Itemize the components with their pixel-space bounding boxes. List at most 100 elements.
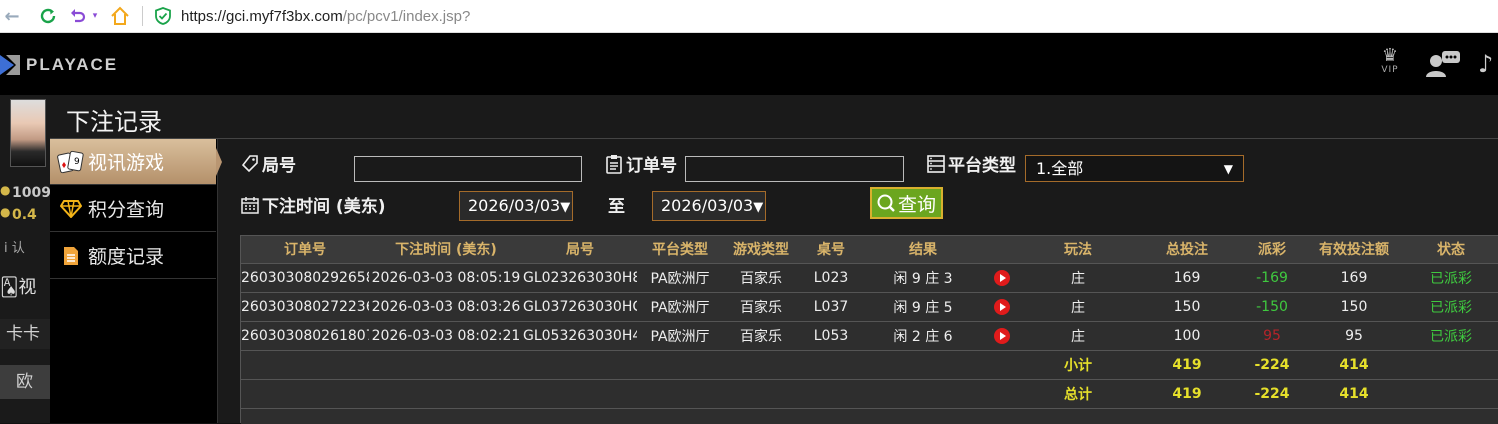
platform-label: 平台类型 <box>926 151 1016 176</box>
cell-bet: 150 <box>1135 292 1239 322</box>
subtotal-cell <box>863 350 983 380</box>
column-header: 派彩 <box>1239 236 1305 264</box>
platform-type-select[interactable]: 1.全部 ▼ <box>1025 155 1244 182</box>
replay-cell <box>983 321 1021 351</box>
replay-cell <box>983 263 1021 293</box>
subtotal-cell <box>983 350 1021 380</box>
bet-record-table: 订单号 下注时间 (美东) 局号 平台类型 游戏类型 桌号 结果 玩法 总投注 派彩 有效投注额 状态… <box>240 235 1498 424</box>
total-cell <box>863 379 983 409</box>
table-row: 260303080272236 2026-03-03 08:03:26 GL0372… <box>241 292 1498 322</box>
date-from-picker[interactable]: 2026/03/03▼ <box>459 191 573 221</box>
cell-play: 庄 <box>1021 292 1135 322</box>
filler-cell <box>241 408 1498 424</box>
dropdown-arrow-icon: ▼ <box>1223 162 1233 176</box>
playing-cards-icon: 9 <box>56 150 86 174</box>
subtotal-cell <box>723 350 799 380</box>
cell-platform: PA欧洲厅 <box>637 263 723 293</box>
svg-text:9: 9 <box>74 157 80 167</box>
bet-time-label: 下注时间 (美东) <box>240 192 385 217</box>
cell-order: 260303080272236 <box>241 292 369 322</box>
music-note-icon[interactable]: ♪ <box>1478 49 1498 79</box>
subtotal-cell <box>799 350 863 380</box>
cell-status: 已派彩 <box>1403 263 1498 293</box>
play-video-icon[interactable] <box>994 269 1010 286</box>
filter-panel: 局号 订单号 平台类型 1.全部 ▼ 下注时间 (美东) 2026/03/03▼… <box>218 139 1498 233</box>
date-to-picker[interactable]: 2026/03/03▼ <box>652 191 766 221</box>
round-input[interactable] <box>354 156 582 182</box>
round-label-text: 局号 <box>262 156 296 176</box>
tag-icon <box>240 154 260 174</box>
cell-result: 闲 2 庄 6 <box>863 321 983 351</box>
cell-round: GL037263030HC <box>523 292 637 322</box>
undo-icon[interactable] <box>66 4 90 28</box>
cell-platform: PA欧洲厅 <box>637 292 723 322</box>
points-value: 0.4 <box>12 207 37 223</box>
date-to-arrow-icon: ▼ <box>753 200 764 215</box>
logo-text: PLAYACE <box>26 55 119 74</box>
cell-table: L053 <box>799 321 863 351</box>
modal-title: 下注记录 <box>66 108 162 136</box>
subtotal-valid: 414 <box>1305 350 1403 380</box>
url-path: /pc/pcv1/index.jsp? <box>342 7 471 25</box>
table-header-row: 订单号 下注时间 (美东) 局号 平台类型 游戏类型 桌号 结果 玩法 总投注 派彩 有效投注额 状态 <box>241 236 1498 264</box>
column-header: 局号 <box>523 236 637 264</box>
menu-points-query-label: 积分查询 <box>88 199 165 221</box>
cell-payout: 95 <box>1239 321 1305 351</box>
back-arrow-icon[interactable]: ← <box>0 4 24 28</box>
order-label: 订单号 <box>604 151 677 176</box>
replay-cell <box>983 292 1021 322</box>
column-header: 下注时间 (美东) <box>369 236 523 264</box>
address-bar[interactable]: https://gci.myf7f3bx.com/pc/pcv1/index.j… <box>181 8 470 25</box>
platform-label-text: 平台类型 <box>948 156 1016 176</box>
date-from-value: 2026/03/03 <box>468 196 561 215</box>
subtotal-payout: -224 <box>1239 350 1305 380</box>
browser-toolbar: ← ▾ https://gci.myf7f3bx.com/pc/pcv1/ind… <box>0 0 1498 33</box>
column-header: 平台类型 <box>637 236 723 264</box>
cell-order: 260303080261807 <box>241 321 369 351</box>
total-cell <box>1403 379 1498 409</box>
background-strip-text: i 认 <box>4 241 25 256</box>
menu-credit-record[interactable]: 额度记录 <box>50 233 216 279</box>
cell-bet: 100 <box>1135 321 1239 351</box>
menu-points-query[interactable]: 积分查询 <box>50 186 216 232</box>
cell-valid: 169 <box>1305 263 1403 293</box>
total-payout: -224 <box>1239 379 1305 409</box>
modal-title-bar: 下注记录 <box>50 95 1498 139</box>
cell-status: 已派彩 <box>1403 292 1498 322</box>
subtotal-row: 小计 419 -224 414 <box>241 350 1498 380</box>
play-video-icon[interactable] <box>994 327 1010 344</box>
column-header: 总投注 <box>1135 236 1239 264</box>
undo-dropdown-icon[interactable]: ▾ <box>90 4 100 28</box>
site-header: PLAYACE ♛ VIP ♪ <box>0 33 1498 95</box>
query-button-label: 查询 <box>898 193 937 216</box>
order-number-input[interactable] <box>685 156 904 182</box>
column-header <box>983 236 1021 264</box>
header-icons: ♛ VIP ♪ <box>1372 47 1498 81</box>
subtotal-cell <box>241 350 369 380</box>
cell-game: 百家乐 <box>723 292 799 322</box>
order-label-text: 订单号 <box>626 156 677 176</box>
search-icon <box>876 193 896 213</box>
cell-game: 百家乐 <box>723 321 799 351</box>
document-icon <box>56 244 86 268</box>
round-label: 局号 <box>240 151 296 176</box>
home-icon[interactable] <box>108 4 132 28</box>
menu-live-games[interactable]: 9 视讯游戏 <box>50 139 222 185</box>
cell-table: L023 <box>799 263 863 293</box>
coin-icon: ● <box>0 183 11 197</box>
background-user-panel: ● 1009 ● 0.4 i 认 🂡视 卡卡 欧 <box>0 95 51 423</box>
vip-label: VIP <box>1381 65 1399 75</box>
total-cell <box>369 379 523 409</box>
calendar-icon <box>240 195 260 215</box>
play-video-icon[interactable] <box>994 298 1010 315</box>
vip-button[interactable]: ♛ VIP <box>1372 47 1408 81</box>
background-ou-text: 欧 <box>0 365 50 399</box>
query-button[interactable]: 查询 <box>870 187 943 219</box>
date-to-value: 2026/03/03 <box>661 196 754 215</box>
playace-logo[interactable]: PLAYACE <box>0 51 118 79</box>
customer-service-icon[interactable] <box>1426 49 1460 79</box>
bet-record-modal: 下注记录 9 视讯游戏 积分查询 额度记录 局号 订单号 平台类型 1.全部 ▼… <box>50 95 1498 424</box>
reload-icon[interactable] <box>36 4 60 28</box>
cell-payout: -150 <box>1239 292 1305 322</box>
platform-selected-value: 1.全部 <box>1036 159 1084 178</box>
